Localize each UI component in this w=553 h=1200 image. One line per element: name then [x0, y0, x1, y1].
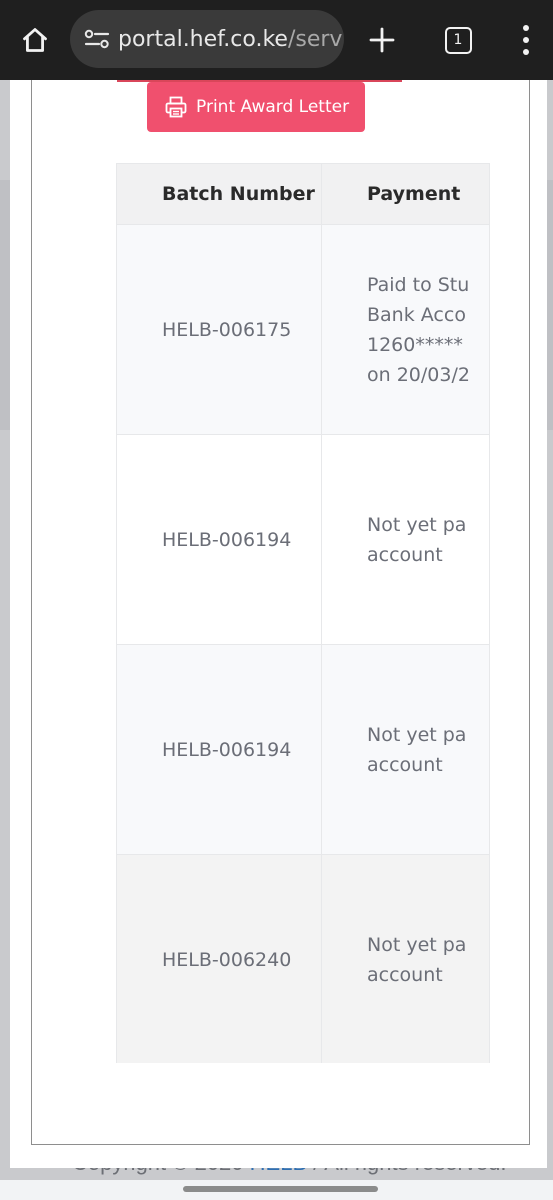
table-row: HELB-006240 Not yet pa account — [116, 854, 490, 1063]
more-vert-icon[interactable] — [510, 20, 542, 60]
payments-table: Batch Number Payment HELB-006175 Paid to… — [116, 163, 490, 1063]
batch-number-cell: HELB-006240 — [116, 854, 322, 1063]
print-award-letter-button[interactable]: Print Award Letter — [147, 82, 365, 132]
plus-icon — [369, 27, 395, 53]
url-host: portal.hef.co.ke — [118, 26, 288, 52]
table-row: HELB-006194 Not yet pa account — [116, 434, 490, 645]
gesture-handle[interactable] — [183, 1186, 378, 1192]
batch-number-cell: HELB-006175 — [116, 224, 322, 435]
payment-status-cell: Not yet pa account — [321, 644, 490, 855]
payment-status-cell: Not yet pa account — [321, 854, 490, 1063]
home-icon — [23, 28, 47, 52]
url-path: /serv — [287, 26, 343, 52]
browser-toolbar: portal.hef.co.ke/serv 1 — [0, 0, 553, 80]
print-button-label: Print Award Letter — [196, 97, 350, 117]
address-bar[interactable]: portal.hef.co.ke/serv — [70, 10, 344, 68]
table-row: HELB-006175 Paid to Stu Bank Acco 1260**… — [116, 224, 490, 435]
tab-switcher-icon: 1 — [444, 26, 472, 54]
printer-icon — [165, 96, 187, 118]
home-button[interactable] — [14, 20, 56, 60]
url-text: portal.hef.co.ke/serv — [118, 27, 342, 52]
site-settings-icon[interactable] — [82, 24, 112, 54]
tab-count: 1 — [453, 32, 463, 48]
modal-content: Print Award Letter Batch Number Payment … — [31, 80, 530, 1145]
new-tab-button[interactable] — [362, 20, 402, 60]
tab-switcher-button[interactable]: 1 — [440, 22, 476, 58]
system-navigation-bar — [0, 1180, 553, 1200]
payments-table-scroll[interactable]: Batch Number Payment HELB-006175 Paid to… — [116, 163, 490, 1063]
table-row: HELB-006194 Not yet pa account — [116, 644, 490, 855]
award-modal: Print Award Letter Batch Number Payment … — [10, 80, 547, 1168]
batch-number-cell: HELB-006194 — [116, 644, 322, 855]
batch-number-cell: HELB-006194 — [116, 434, 322, 645]
payment-status-cell: Not yet pa account — [321, 434, 490, 645]
header-payment: Payment — [321, 163, 490, 225]
header-batch-number: Batch Number — [116, 163, 322, 225]
payment-status-cell: Paid to Stu Bank Acco 1260***** on 20/03… — [321, 224, 490, 435]
